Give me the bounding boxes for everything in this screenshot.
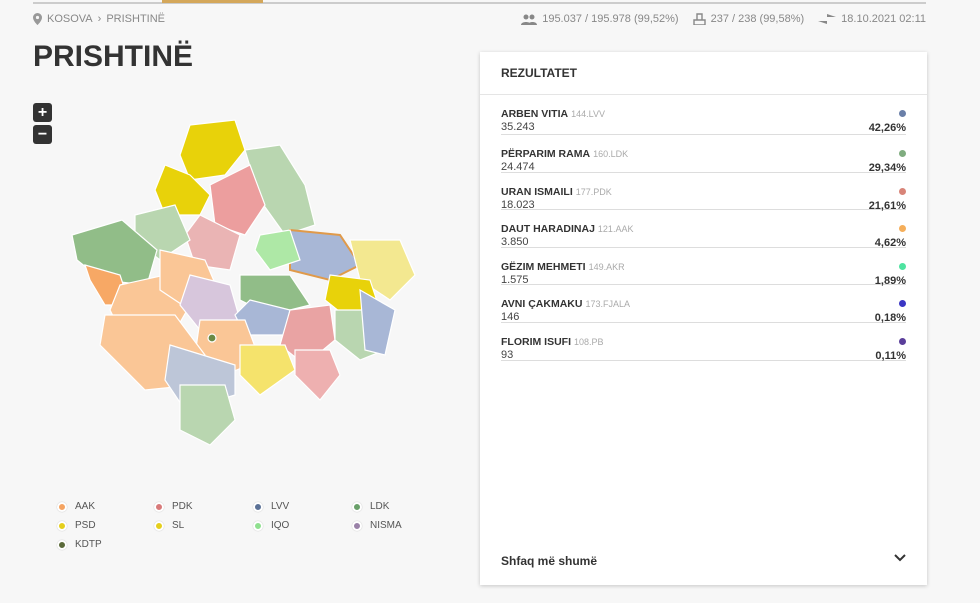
legend-item-kdtp[interactable]: KDTP [57, 538, 154, 551]
map-region [239, 344, 296, 396]
candidate-percent: 0,11% [875, 349, 906, 362]
legend-label: PSD [75, 520, 96, 531]
candidate-party: 177.PDK [575, 186, 612, 197]
candidate-votes: 93 [501, 348, 514, 361]
legend-item-ldk[interactable]: LDK [352, 500, 451, 513]
map-region [179, 119, 246, 181]
voters-count: 195.037 / 195.978 (99,52%) [542, 13, 679, 25]
chevron-right-icon: › [97, 13, 102, 25]
party-color-dot-icon [899, 262, 906, 270]
map-region [179, 384, 236, 446]
breadcrumb-prishtine[interactable]: PRISHTINË [106, 13, 165, 25]
candidate-votes: 146 [501, 311, 520, 324]
results-panel: REZULTATET ARBEN VITIA 144.LVV 35.243 42,… [480, 52, 927, 585]
party-color-dot-icon [899, 337, 906, 345]
candidate-party: 149.AKR [588, 261, 625, 272]
map-region [289, 228, 362, 282]
legend-item-pdk[interactable]: PDK [154, 500, 253, 513]
legend-item-aak[interactable]: AAK [57, 500, 154, 513]
show-more-button[interactable]: Shfaq më shumë [501, 554, 906, 568]
candidate-name: PËRPARIM RAMA 160.LDK [501, 148, 629, 160]
people-icon [521, 14, 538, 25]
legend-label: PDK [172, 501, 193, 512]
ballot-box-icon [692, 13, 706, 25]
zoom-in-button[interactable]: + [33, 103, 52, 122]
legend-label: LDK [370, 501, 390, 512]
candidate-party: 108.PB [574, 336, 604, 347]
candidate-row[interactable]: PËRPARIM RAMA 160.LDK 24.474 29,34% [501, 135, 906, 174]
legend-dot-icon [57, 539, 67, 550]
candidate-row[interactable]: URAN ISMAILI 177.PDK 18.023 21,61% [501, 173, 906, 212]
legend-label: NISMA [370, 520, 402, 531]
legend-dot-icon [154, 520, 164, 531]
candidate-party: 144.LVV [571, 109, 605, 119]
candidate-row[interactable]: AVNI ÇAKMAKU 173.FJALA 146 0,18% [501, 285, 906, 324]
show-more-label: Shfaq më shumë [501, 554, 598, 568]
legend-item-lvv[interactable]: LVV [253, 500, 352, 513]
candidate-row[interactable]: FLORIM ISUFI 108.PB 93 0,11% [501, 323, 906, 362]
candidate-row[interactable]: ARBEN VITIA 144.LVV 35.243 42,26% [501, 95, 906, 135]
breadcrumb: KOSOVA › PRISHTINË [33, 13, 165, 25]
breadcrumb-kosova[interactable]: KOSOVA [47, 13, 93, 25]
stations-count: 237 / 238 (99,58%) [710, 13, 805, 25]
legend-dot-icon [253, 501, 263, 512]
last-updated: 18.10.2021 02:11 [841, 13, 926, 25]
municipality-map[interactable] [60, 110, 430, 450]
legend-item-iqo[interactable]: IQO [253, 519, 352, 532]
candidate-votes: 24.474 [501, 161, 535, 173]
candidate-name: AVNI ÇAKMAKU 173.FJALA [501, 298, 630, 311]
candidate-name: ARBEN VITIA 144.LVV [501, 108, 605, 120]
candidate-votes: 3.850 [501, 236, 529, 249]
candidate-party: 173.FJALA [585, 299, 630, 310]
legend-label: AAK [75, 501, 96, 512]
party-color-dot-icon [899, 150, 906, 157]
legend-dot-icon [253, 520, 263, 531]
legend-dot-icon [154, 501, 164, 512]
results-title: REZULTATET [480, 52, 927, 95]
legend-dot-icon [57, 501, 67, 512]
candidate-votes: 35.243 [501, 121, 535, 133]
legend-dot-icon [352, 501, 362, 512]
location-pin-icon [33, 13, 42, 25]
candidate-name: DAUT HARADINAJ 121.AAK [501, 223, 634, 236]
candidate-row[interactable]: DAUT HARADINAJ 121.AAK 3.850 4,62% [501, 210, 906, 249]
legend-label: IQO [271, 520, 290, 531]
candidate-name: FLORIM ISUFI 108.PB [501, 335, 604, 348]
chevron-down-icon [894, 554, 906, 562]
sync-arrows-icon [818, 14, 837, 24]
candidate-votes: 1.575 [501, 273, 529, 286]
candidate-party: 121.AAK [597, 224, 634, 235]
candidate-percent: 42,26% [868, 122, 906, 134]
zoom-out-button[interactable]: − [33, 125, 52, 144]
map-legend: AAK PDK LVV LDK PSD SL IQO NISMA KDTP [57, 500, 451, 551]
candidate-votes: 18.023 [501, 198, 535, 211]
legend-dot-icon [352, 520, 362, 531]
party-color-dot-icon [899, 110, 906, 117]
legend-item-sl[interactable]: SL [154, 519, 253, 532]
active-tab-indicator [162, 0, 263, 3]
page-title: PRISHTINË [33, 40, 194, 73]
legend-dot-icon [57, 520, 67, 531]
map-region [207, 333, 217, 343]
legend-label: LVV [271, 501, 290, 512]
candidate-name: GËZIM MEHMETI 149.AKR [501, 260, 625, 273]
legend-item-psd[interactable]: PSD [57, 519, 154, 532]
legend-label: KDTP [75, 539, 102, 550]
candidate-row[interactable]: GËZIM MEHMETI 149.AKR 1.575 1,89% [501, 248, 906, 287]
legend-label: SL [172, 520, 185, 531]
candidate-name: URAN ISMAILI 177.PDK [501, 185, 612, 198]
candidate-party: 160.LDK [593, 149, 629, 159]
legend-item-nisma[interactable]: NISMA [352, 519, 451, 532]
party-color-dot-icon [899, 187, 906, 195]
map-region [294, 349, 341, 401]
stats-bar: 195.037 / 195.978 (99,52%) 237 / 238 (99… [521, 13, 926, 25]
